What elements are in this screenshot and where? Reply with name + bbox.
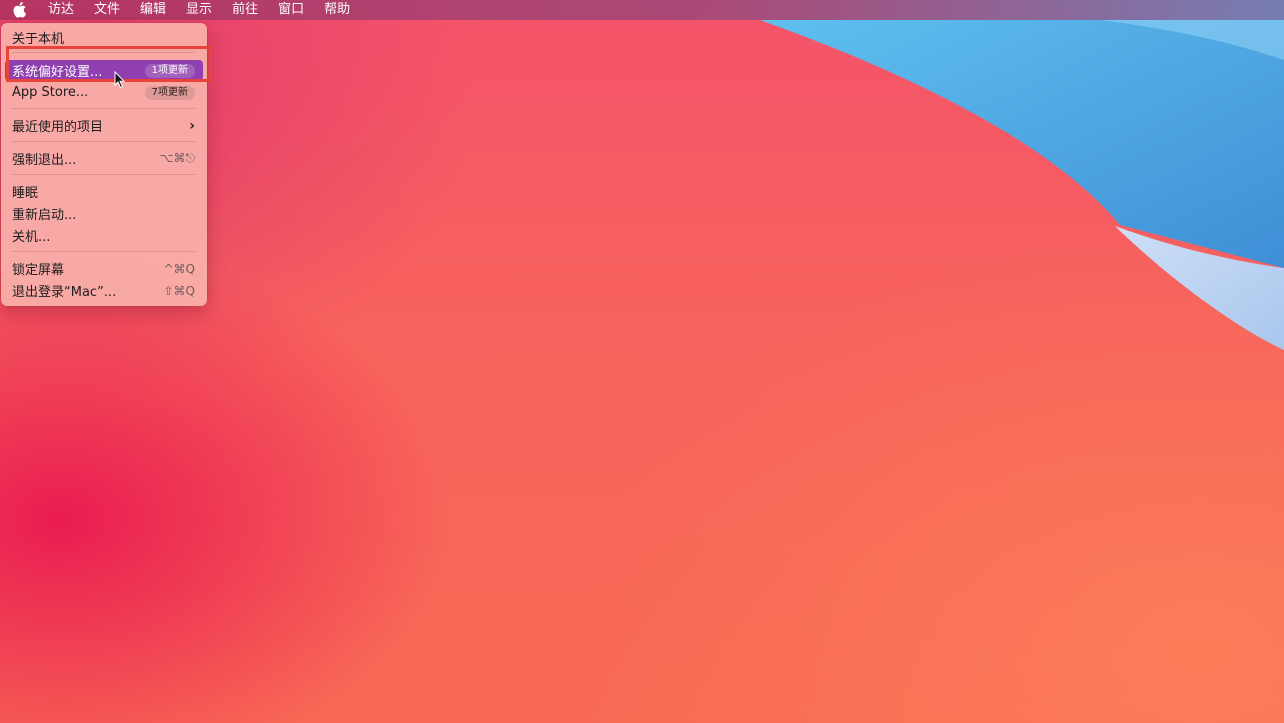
menu-item-restart[interactable]: 重新启动... <box>5 203 203 224</box>
update-badge: 7项更新 <box>144 85 195 100</box>
menu-item-label: 关机... <box>12 230 51 245</box>
shortcut-label: ⇧⌘Q <box>163 283 196 298</box>
apple-logo-icon[interactable] <box>11 2 28 19</box>
menu-item-app-store[interactable]: App Store... 7项更新 <box>5 82 203 103</box>
menu-item-label: 最近使用的项目 <box>12 120 104 135</box>
menu-item-logout[interactable]: 退出登录“Mac”... ⇧⌘Q <box>5 280 203 301</box>
menu-item-shutdown[interactable]: 关机... <box>5 225 203 246</box>
chevron-right-icon: › <box>189 117 195 134</box>
mouse-pointer-icon <box>114 71 126 89</box>
shortcut-label: ^⌘Q <box>163 261 196 276</box>
menubar-item-finder[interactable]: 访达 <box>40 0 84 20</box>
menu-item-about[interactable]: 关于本机 <box>5 27 203 48</box>
menu-separator <box>12 52 195 53</box>
update-badge: 1项更新 <box>144 63 195 78</box>
menubar-item-help[interactable]: 帮助 <box>314 0 360 20</box>
menu-item-label: 关于本机 <box>12 32 65 47</box>
menu-item-sleep[interactable]: 睡眠 <box>5 181 203 202</box>
apple-menu-dropdown: 关于本机 系统偏好设置... 1项更新 App Store... 7项更新 最近… <box>1 23 207 306</box>
menu-bar: 访达 文件 编辑 显示 前往 窗口 帮助 <box>0 0 1284 20</box>
menu-separator <box>12 251 195 252</box>
menubar-item-view[interactable]: 显示 <box>176 0 222 20</box>
menu-item-recent-items[interactable]: 最近使用的项目 › <box>5 115 203 136</box>
menu-item-force-quit[interactable]: 强制退出... ⌥⌘⎋ <box>5 148 203 169</box>
menu-item-system-preferences[interactable]: 系统偏好设置... 1项更新 <box>5 60 203 81</box>
menu-item-label: 锁定屏幕 <box>12 263 65 278</box>
menubar-item-file[interactable]: 文件 <box>84 0 130 20</box>
menu-item-label: 退出登录“Mac”... <box>12 285 117 300</box>
shortcut-label: ⌥⌘⎋ <box>159 151 195 165</box>
menu-item-label: 重新启动... <box>12 208 77 223</box>
menu-separator <box>12 141 195 142</box>
menu-item-lock-screen[interactable]: 锁定屏幕 ^⌘Q <box>5 258 203 279</box>
menu-item-label: 强制退出... <box>12 153 77 168</box>
menubar-item-go[interactable]: 前往 <box>222 0 268 20</box>
menu-item-label: 睡眠 <box>12 186 39 201</box>
menubar-item-window[interactable]: 窗口 <box>268 0 314 20</box>
menu-separator <box>12 108 195 109</box>
menubar-item-edit[interactable]: 编辑 <box>130 0 176 20</box>
menu-separator <box>12 174 195 175</box>
